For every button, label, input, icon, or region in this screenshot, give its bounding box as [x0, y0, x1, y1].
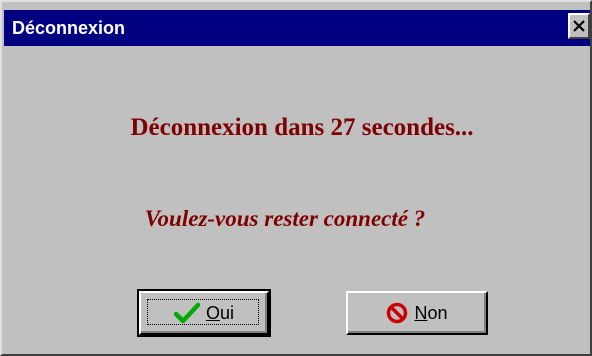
non-label: Non	[414, 303, 448, 323]
non-button[interactable]: Non	[346, 291, 488, 335]
close-button[interactable]	[568, 13, 590, 39]
oui-button[interactable]: Oui	[137, 289, 271, 337]
focus-rectangle	[147, 299, 259, 325]
checkmark-icon	[173, 302, 201, 324]
oui-label: Oui	[205, 303, 235, 323]
dialog-window: Déconnexion Déconnexion dans 27 secondes…	[0, 0, 592, 356]
title-bar[interactable]: Déconnexion	[4, 10, 590, 46]
close-icon	[573, 20, 585, 32]
countdown-heading: Déconnexion dans 27 secondes...	[130, 114, 474, 141]
window-title: Déconnexion	[12, 18, 126, 38]
no-entry-icon	[386, 302, 408, 324]
dialog-body: Déconnexion dans 27 secondes... Voulez-v…	[4, 46, 590, 354]
stay-connected-question: Voulez-vous rester connecté ?	[144, 206, 426, 231]
